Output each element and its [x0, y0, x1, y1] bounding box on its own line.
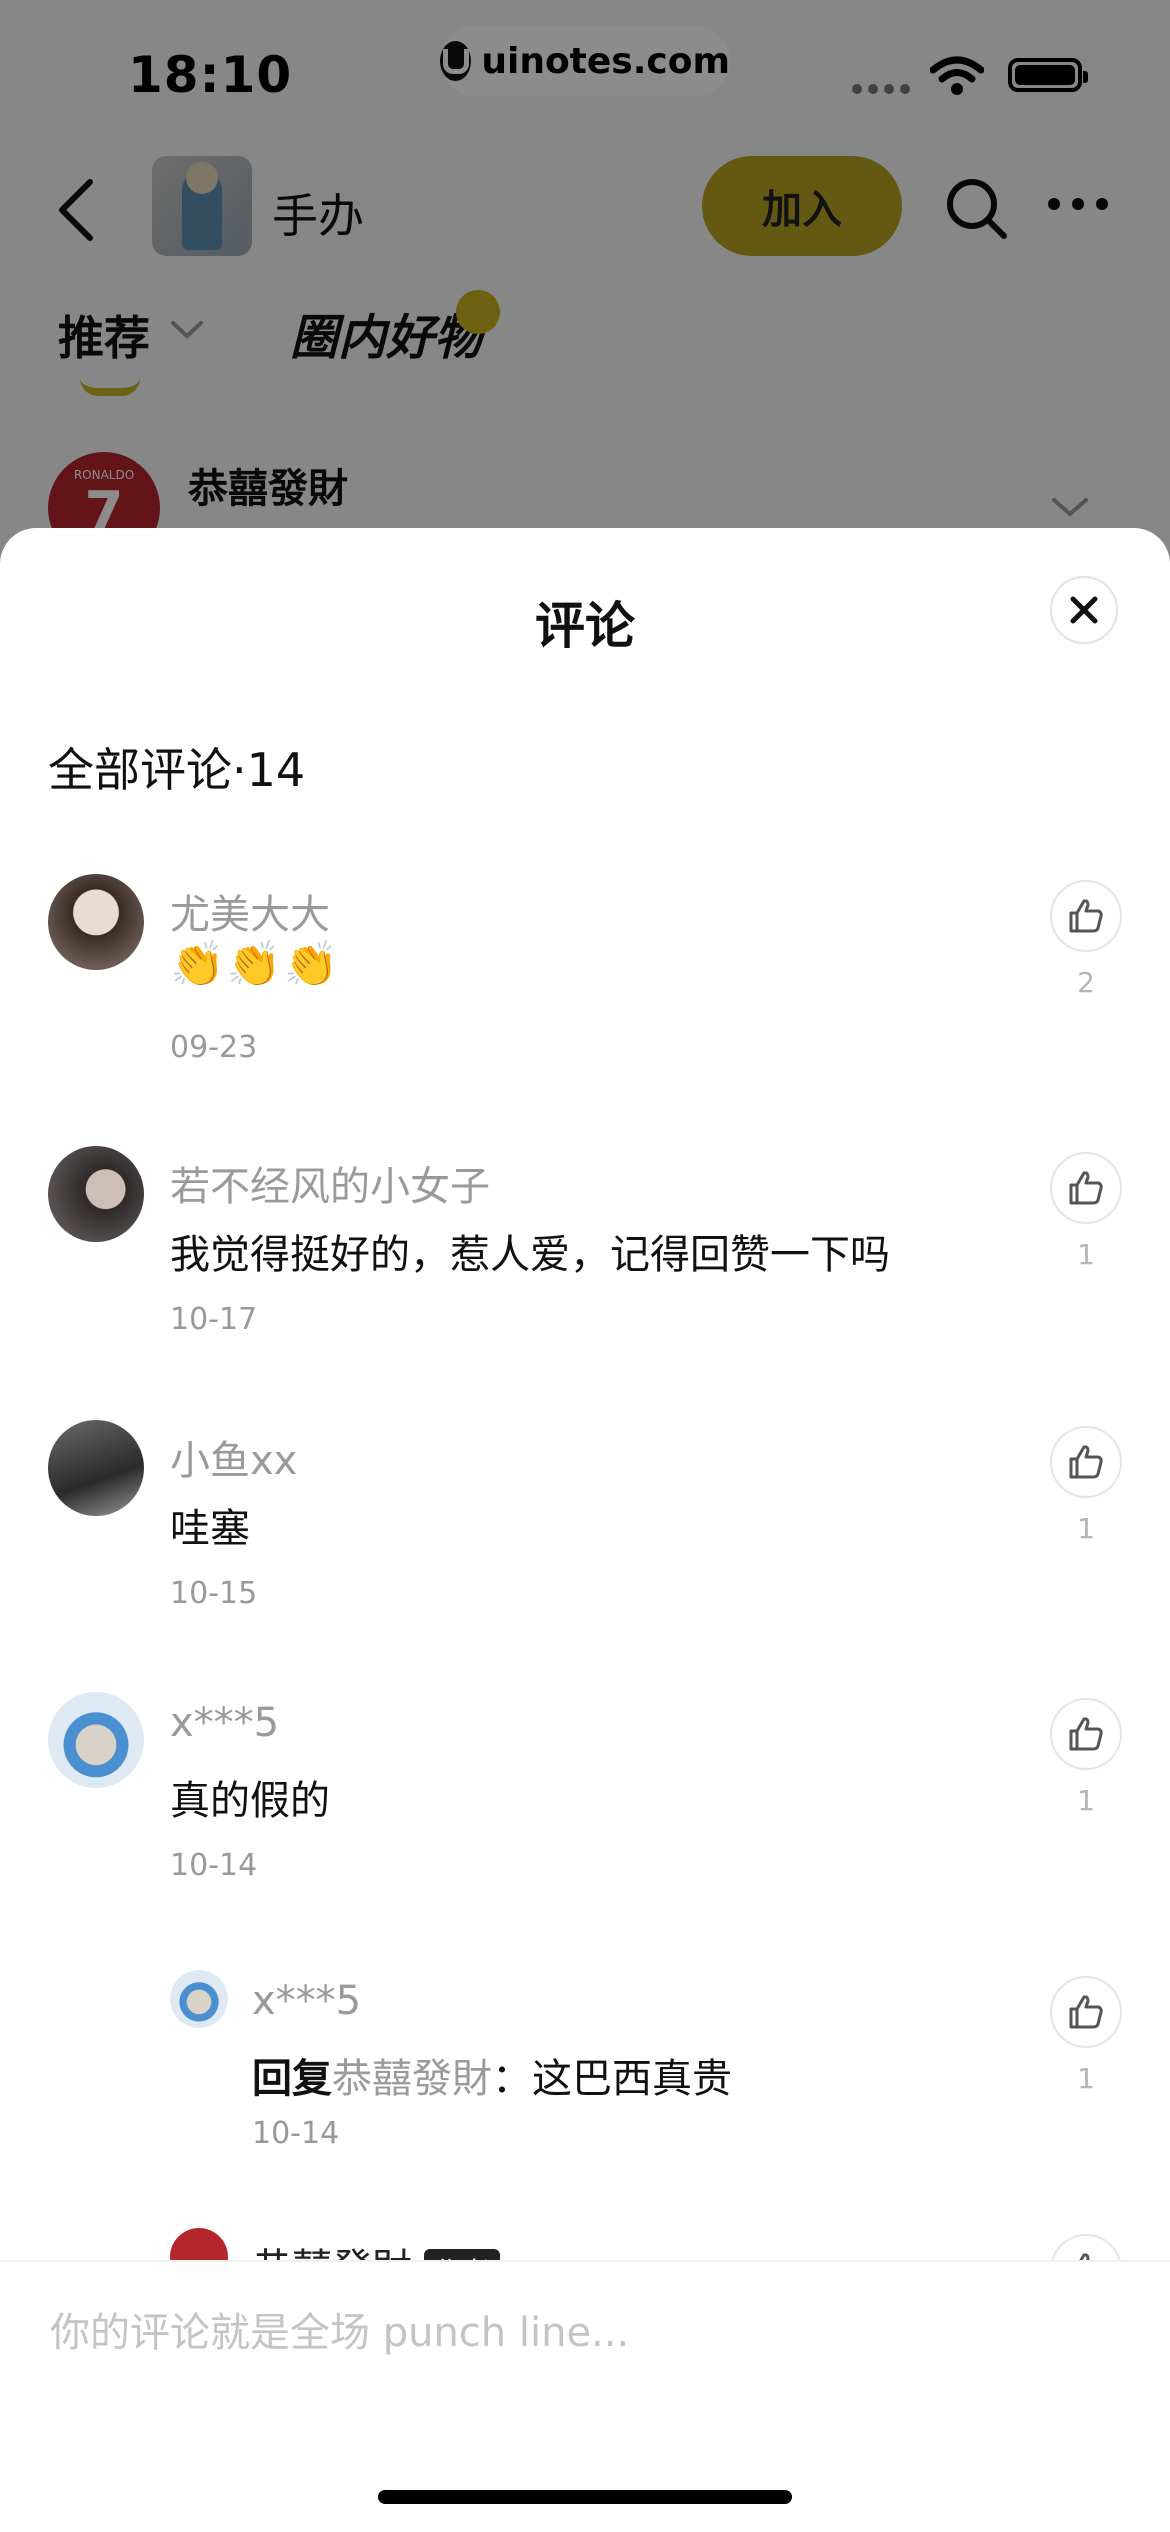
like-count: 1: [1077, 1512, 1095, 1545]
avatar[interactable]: [48, 1146, 144, 1242]
avatar[interactable]: [170, 1970, 228, 2028]
comment-date: 10-17: [170, 1302, 258, 1337]
like-button[interactable]: [1050, 1152, 1122, 1224]
reply-date: 10-14: [252, 2116, 340, 2151]
like-button[interactable]: [1050, 1698, 1122, 1770]
thumbs-up-icon: [1069, 899, 1103, 933]
like-count: 1: [1077, 2062, 1095, 2095]
clap-emoji-text: 👏👏👏: [170, 939, 341, 990]
reply-target-name[interactable]: 恭囍發財: [332, 2056, 492, 2102]
thumbs-up-icon: [1069, 1717, 1103, 1751]
thumbs-up-icon: [1069, 1995, 1103, 2029]
comment-date: 10-15: [170, 1576, 258, 1611]
avatar[interactable]: [48, 1692, 144, 1788]
comment-text: 👏👏👏: [170, 938, 340, 990]
comment-date: 10-14: [170, 1848, 258, 1883]
comment-author[interactable]: 尤美大大: [170, 882, 330, 940]
comment-date: 09-23: [170, 1030, 258, 1065]
comment-author[interactable]: 小鱼xx: [170, 1428, 297, 1486]
thumbs-up-icon: [1069, 1445, 1103, 1479]
comment-author[interactable]: x***5: [170, 1700, 279, 1746]
modal-overlay[interactable]: [0, 0, 1170, 560]
comment-author[interactable]: 若不经风的小女子: [170, 1154, 490, 1212]
sheet-title: 评论: [535, 597, 635, 655]
comment-text: 真的假的: [170, 1778, 330, 1824]
home-indicator[interactable]: [378, 2490, 792, 2504]
reply-author[interactable]: x***5: [252, 1978, 361, 2024]
like-button[interactable]: [1050, 1976, 1122, 2048]
close-button[interactable]: [1050, 576, 1118, 644]
comment-input[interactable]: [48, 2292, 1112, 2374]
comment-text: 我觉得挺好的，惹人爱，记得回赞一下吗: [170, 1232, 890, 1278]
like-count: 1: [1077, 1784, 1095, 1817]
close-icon: [1070, 596, 1098, 624]
like-count: 2: [1077, 966, 1095, 999]
like-button[interactable]: [1050, 1426, 1122, 1498]
comment-count-title: 全部评论·14: [48, 743, 306, 797]
thumbs-up-icon: [1069, 1171, 1103, 1205]
like-button[interactable]: [1050, 880, 1122, 952]
avatar[interactable]: [48, 874, 144, 970]
avatar[interactable]: [48, 1420, 144, 1516]
like-count: 1: [1077, 1238, 1095, 1271]
comment-sheet: 评论 全部评论·14 尤美大大 👏👏👏 09-23 2 若不经风的小女子 我觉得…: [0, 528, 1170, 2532]
comment-text: 哇塞: [170, 1506, 250, 1552]
reply-text: 回复恭囍發財：这巴西真贵: [252, 2056, 732, 2102]
